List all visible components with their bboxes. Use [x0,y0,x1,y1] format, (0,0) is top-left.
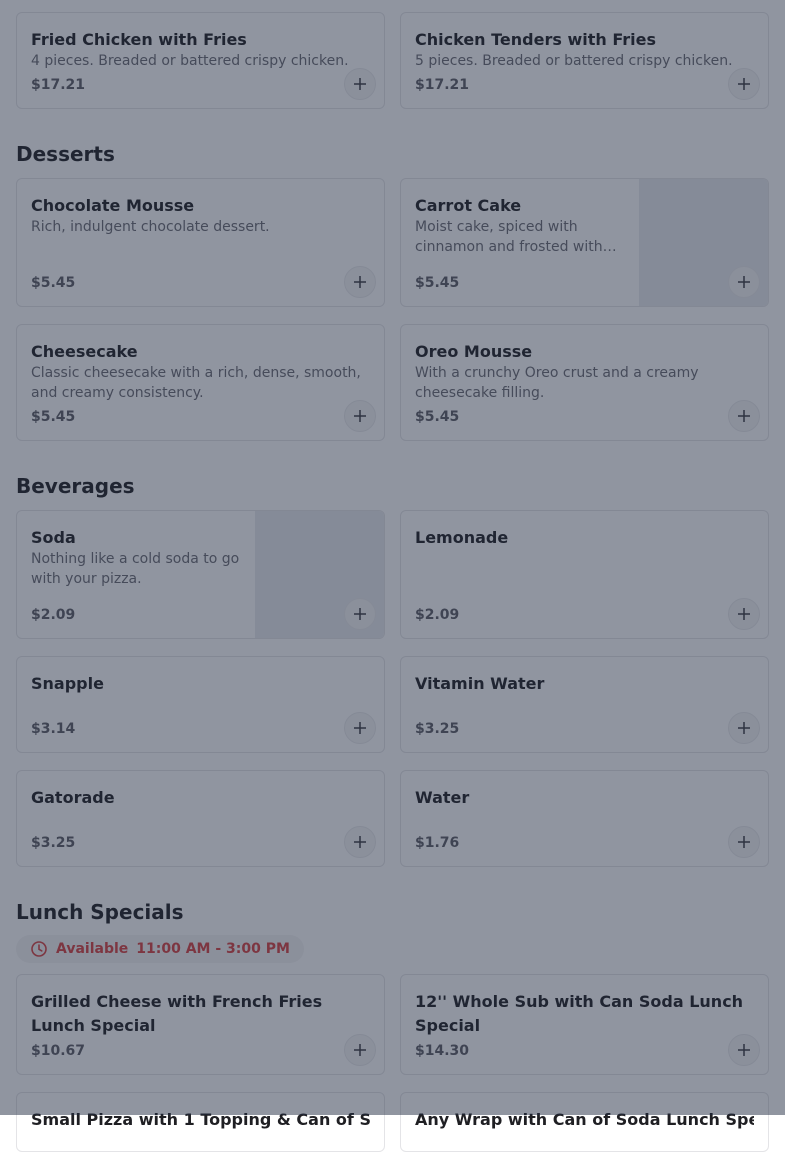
menu-page: Fried Chicken with Fries 4 pieces. Bread… [0,0,785,1152]
modal-backdrop[interactable] [0,0,785,1115]
